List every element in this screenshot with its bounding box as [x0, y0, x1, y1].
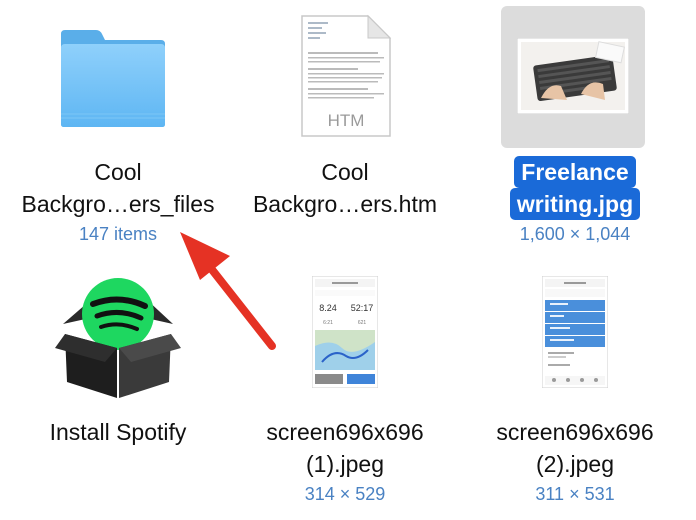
svg-text:8.24: 8.24 [319, 303, 337, 313]
file-item-screen696x696-1-jpeg[interactable]: 8.24 52:17 6:21 621 screen696x696 (1).jp… [236, 260, 454, 510]
file-name-selected: Freelance writing.jpg [454, 156, 696, 220]
file-meta: 314 × 529 [304, 484, 386, 504]
file-meta: 1,600 × 1,044 [519, 224, 631, 244]
file-name: Install Spotify [49, 419, 187, 445]
file-item-screen696x696-2-jpeg[interactable]: screen696x696 (2).jpeg 311 × 531 [454, 260, 696, 510]
svg-text:621: 621 [358, 320, 367, 326]
file-item-cool-backgrounds-folder[interactable]: Cool Backgro…ers_files 147 items [0, 0, 236, 250]
file-name: screen696x696 (2).jpeg [496, 419, 654, 477]
file-name: Cool Backgro…ers_files [21, 159, 215, 217]
phone-screenshot-thumbnail [542, 276, 608, 388]
folder-icon [61, 30, 165, 127]
file-meta: 311 × 531 [535, 484, 615, 504]
svg-text:52:17: 52:17 [351, 303, 374, 313]
file-type-badge: HTM [328, 111, 365, 130]
file-name: Cool Backgro…ers.htm [252, 159, 438, 217]
file-item-install-spotify[interactable]: Install Spotify [0, 260, 236, 510]
spotify-installer-icon [55, 278, 181, 398]
image-thumbnail [517, 38, 629, 114]
file-item-freelance-writing-jpg[interactable]: Freelance writing.jpg 1,600 × 1,044 [454, 0, 696, 250]
svg-text:6:21: 6:21 [323, 320, 333, 326]
file-meta: 147 items [78, 224, 158, 244]
file-name: screen696x696 (1).jpeg [266, 419, 424, 477]
phone-screenshot-thumbnail: 8.24 52:17 6:21 621 [312, 276, 378, 388]
html-document-icon: HTM [301, 14, 392, 137]
file-item-cool-backgrounds-htm[interactable]: HTM Cool Backgro…ers.htm [236, 0, 454, 250]
